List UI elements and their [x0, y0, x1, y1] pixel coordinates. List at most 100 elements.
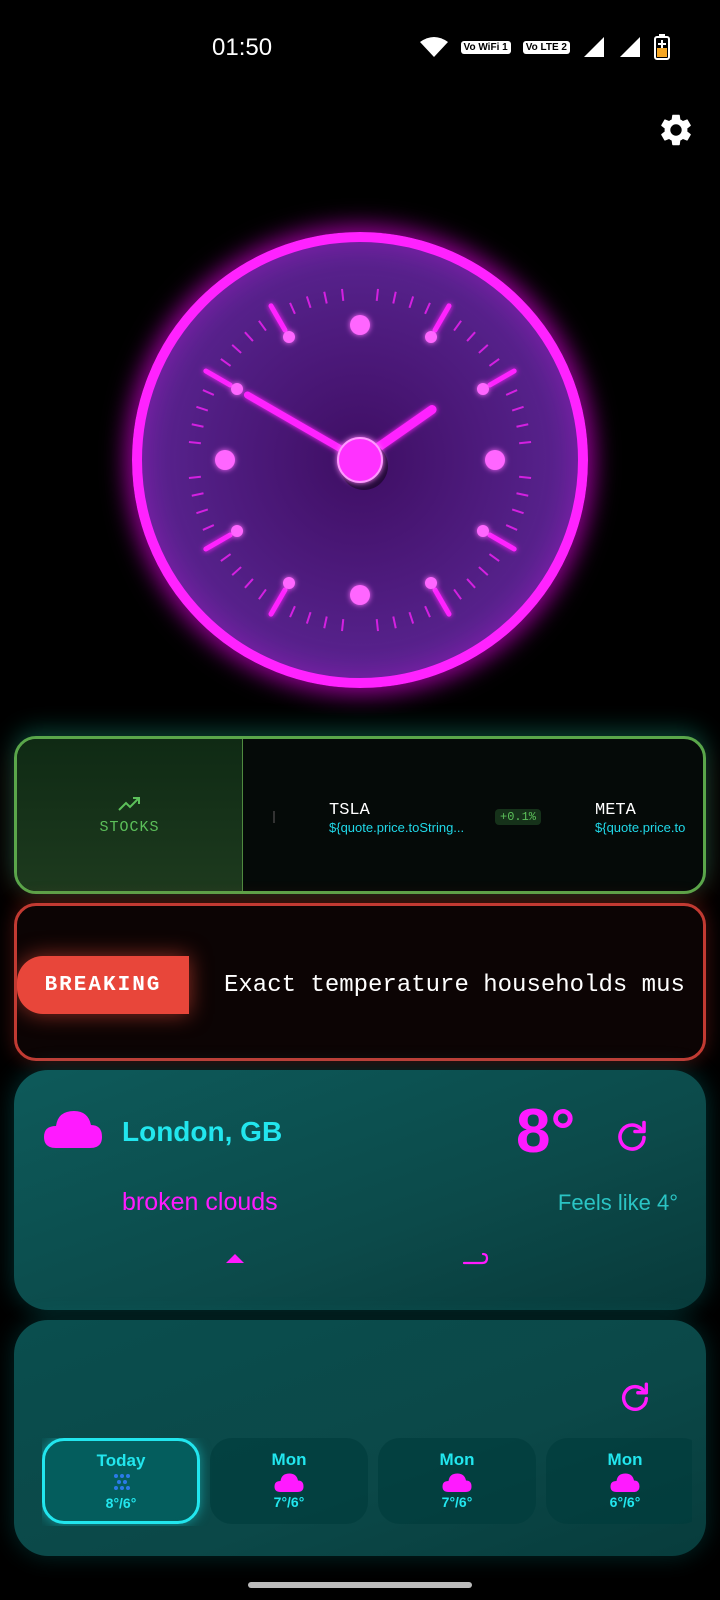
minute-tick — [375, 619, 379, 632]
minute-tick — [341, 619, 345, 632]
hour-dot — [425, 331, 437, 344]
breaking-badge: BREAKING — [17, 956, 189, 1014]
weather-description: broken clouds — [122, 1188, 278, 1216]
minute-tick — [408, 296, 415, 309]
stocks-ticker[interactable]: STOCKS TSLA ${quote.price.toString... +0… — [14, 736, 706, 894]
minute-tick — [188, 475, 201, 479]
minute-tick — [505, 389, 518, 396]
minute-tick — [191, 423, 204, 428]
hour-marker — [432, 303, 452, 333]
forecast-day[interactable]: Mon 6°/6° — [546, 1438, 692, 1524]
minute-tick — [519, 441, 532, 445]
minute-tick — [323, 291, 328, 304]
minute-tick — [453, 588, 462, 600]
minute-tick — [231, 344, 242, 354]
ticker-symbol: META — [595, 801, 636, 820]
breaking-news-ticker[interactable]: BREAKING Exact temperature households mu… — [14, 903, 706, 1061]
status-time: 01:50 — [212, 34, 273, 61]
minute-tick — [258, 588, 267, 600]
minute-tick — [408, 611, 415, 624]
minute-tick — [466, 578, 476, 589]
volte-badge: Vo LTE 2 — [522, 40, 570, 54]
settings-button[interactable] — [654, 108, 698, 152]
cloud-icon — [609, 1470, 641, 1494]
minute-tick — [231, 566, 242, 576]
weather-card[interactable]: London, GB 8° broken clouds Feels like 4… — [14, 1070, 706, 1310]
hour-marker — [487, 368, 517, 388]
hour-dot — [476, 525, 489, 537]
forecast-day-name: Today — [96, 1451, 146, 1470]
battery-charging-icon — [654, 34, 670, 60]
forecast-temps: 7°/6° — [273, 1494, 305, 1510]
minute-tick — [516, 492, 529, 497]
weather-feels-like: Feels like 4° — [557, 1190, 678, 1215]
hour-marker — [203, 532, 233, 552]
home-indicator[interactable] — [248, 1582, 472, 1588]
minute-tick — [220, 553, 232, 562]
news-headline[interactable]: Exact temperature households mus — [224, 972, 684, 999]
hour-marker — [487, 532, 517, 552]
clock-face — [179, 279, 541, 641]
vowifi-badge: Vo WiFi 1 — [460, 40, 511, 54]
hour-dot — [231, 525, 244, 537]
gear-icon — [661, 114, 691, 146]
forecast-temps: 8°/6° — [105, 1495, 137, 1511]
wind-icon — [462, 1252, 489, 1265]
minute-tick — [188, 441, 201, 445]
minute-tick — [244, 331, 254, 342]
weather-city: London, GB — [122, 1116, 283, 1147]
minute-tick — [478, 566, 489, 576]
minute-tick — [258, 320, 267, 332]
forecast-day[interactable]: Mon 7°/6° — [210, 1438, 368, 1524]
status-bar: 01:50 Vo WiFi 1 Vo LTE 2 — [0, 0, 720, 96]
hour-dot — [425, 576, 437, 589]
forecast-day-name: Mon — [271, 1450, 307, 1469]
minute-tick — [323, 616, 328, 629]
forecast-temps: 7°/6° — [441, 1494, 473, 1510]
minute-tick — [453, 320, 462, 332]
minute-tick — [424, 605, 431, 618]
rain-icon — [110, 1471, 132, 1495]
minute-tick — [289, 302, 296, 315]
minute-tick — [392, 291, 397, 304]
minute-tick — [375, 288, 379, 301]
minute-tick — [505, 524, 518, 531]
minute-tick — [488, 553, 500, 562]
ticker-item[interactable]: TSLA ${quote.price.toString... — [329, 801, 481, 835]
minute-tick — [478, 344, 489, 354]
minute-tick — [244, 578, 254, 589]
refresh-icon[interactable] — [614, 1118, 650, 1154]
minute-tick — [305, 611, 312, 624]
hour-marker — [268, 587, 288, 617]
trending-up-icon — [117, 796, 140, 811]
forecast-day[interactable]: Mon 7°/6° — [378, 1438, 536, 1524]
hour-dot — [350, 585, 370, 605]
hour-dot — [485, 450, 505, 470]
hour-dot — [231, 383, 244, 395]
hour-marker — [432, 587, 452, 617]
ticker-change-badge: +0.1% — [495, 809, 542, 825]
center-cap — [337, 437, 383, 483]
minute-tick — [511, 405, 524, 412]
minute-tick — [196, 405, 209, 412]
forecast-card: Today 8°/6° Mon 7°/6° Mon 7°/6° Mon 6°/6… — [14, 1320, 706, 1556]
wind-direction-icon — [226, 1254, 244, 1263]
refresh-icon[interactable] — [618, 1380, 652, 1414]
minute-tick — [202, 524, 215, 531]
forecast-day-today[interactable]: Today 8°/6° — [42, 1438, 200, 1524]
hour-dot — [350, 315, 370, 335]
minute-tick — [191, 492, 204, 497]
minute-tick — [392, 616, 397, 629]
hour-dot — [476, 383, 489, 395]
hour-marker — [268, 303, 288, 333]
ticker-item[interactable]: META ${quote.price.to — [595, 801, 695, 835]
status-icons: Vo WiFi 1 Vo LTE 2 — [419, 34, 670, 60]
stocks-label-area[interactable]: STOCKS — [17, 739, 243, 891]
minute-tick — [341, 288, 345, 301]
minute-tick — [424, 302, 431, 315]
forecast-row[interactable]: Today 8°/6° Mon 7°/6° Mon 7°/6° Mon 6°/6… — [42, 1438, 692, 1526]
minute-tick — [305, 296, 312, 309]
signal-icon — [620, 37, 640, 57]
wifi-icon — [419, 37, 448, 57]
ticker-symbol: TSLA — [329, 801, 370, 820]
